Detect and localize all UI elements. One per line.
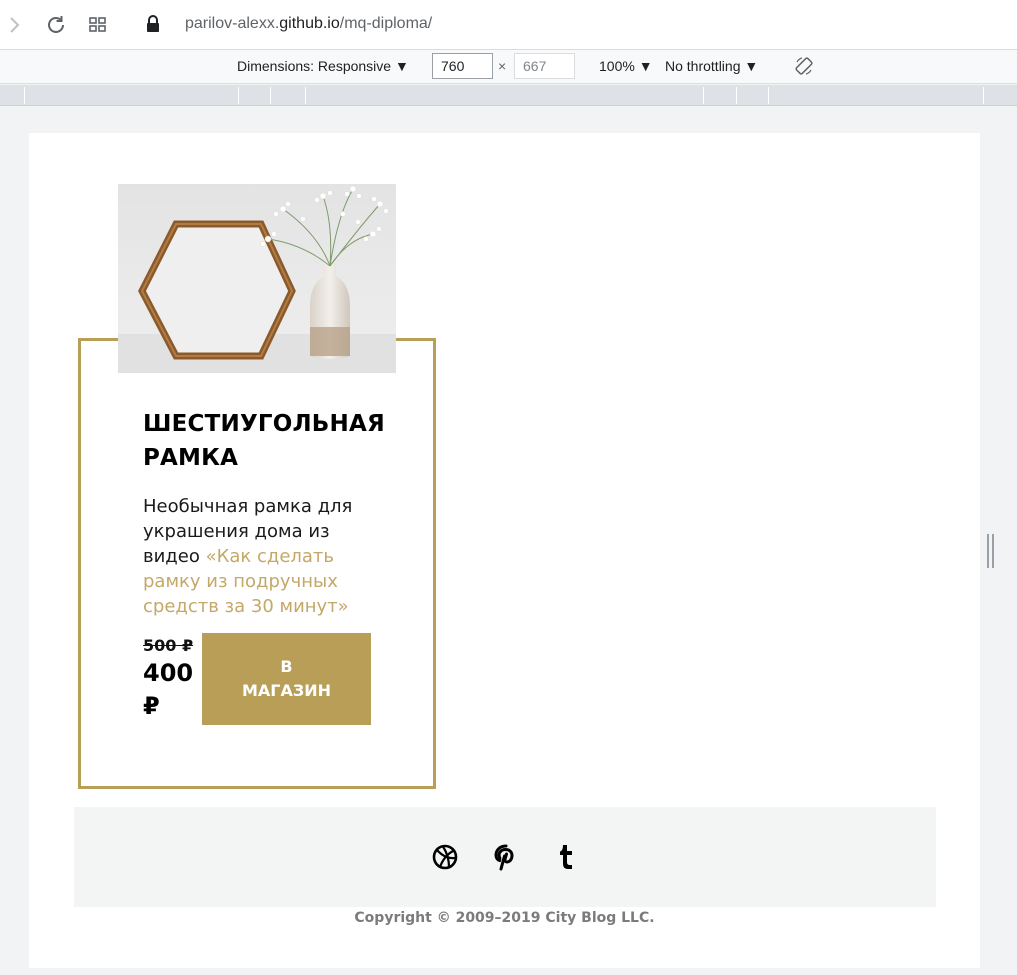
url-prefix: parilov-alexx. — [185, 15, 280, 32]
lock-icon[interactable] — [143, 13, 163, 35]
browser-address-bar: parilov-alexx.github.io/mq-diploma/ — [0, 0, 1017, 50]
rotate-icon[interactable] — [794, 56, 814, 76]
url-field[interactable]: parilov-alexx.github.io/mq-diploma/ — [185, 15, 432, 33]
new-price: 400 ₽ — [143, 659, 194, 720]
product-card: ШЕСТИУГОЛЬНАЯ РАМКА Необычная рамка для … — [78, 338, 436, 789]
shop-button[interactable]: В МАГАЗИН — [202, 633, 371, 725]
social-footer — [74, 807, 936, 907]
dimension-separator: × — [498, 58, 507, 74]
product-image — [118, 184, 396, 373]
apps-grid-icon[interactable] — [87, 14, 109, 36]
viewport-resize-handle[interactable] — [987, 534, 995, 568]
width-input[interactable]: 760 — [432, 53, 493, 79]
forward-icon[interactable] — [6, 14, 24, 36]
dimensions-dropdown[interactable]: Dimensions: Responsive ▼ — [237, 58, 409, 74]
product-card-content: ШЕСТИУГОЛЬНАЯ РАМКА Необычная рамка для … — [143, 407, 385, 619]
copyright-text: Copyright © 2009–2019 City Blog LLC. — [354, 910, 655, 926]
reload-icon[interactable] — [44, 13, 68, 37]
height-input[interactable]: 667 — [514, 53, 575, 79]
url-host: github.io — [279, 15, 340, 32]
tumblr-icon[interactable] — [552, 843, 580, 871]
media-query-bar[interactable] — [0, 85, 1017, 106]
url-path: /mq-diploma/ — [339, 15, 433, 32]
dribbble-icon[interactable] — [431, 843, 459, 871]
zoom-dropdown[interactable]: 100% ▼ — [599, 58, 653, 74]
throttling-dropdown[interactable]: No throttling ▼ — [665, 58, 758, 74]
device-toolbar: Dimensions: Responsive ▼ 760 × 667 100% … — [0, 50, 1017, 84]
product-title: ШЕСТИУГОЛЬНАЯ РАМКА — [143, 411, 385, 471]
pinterest-icon[interactable] — [492, 843, 520, 871]
page-viewport: ШЕСТИУГОЛЬНАЯ РАМКА Необычная рамка для … — [29, 133, 980, 968]
product-description: Необычная рамка для украшения дома из ви… — [143, 494, 383, 619]
price-row: 500 ₽ 400 ₽ В МАГАЗИН — [143, 633, 383, 725]
old-price: 500 ₽ — [143, 636, 194, 655]
